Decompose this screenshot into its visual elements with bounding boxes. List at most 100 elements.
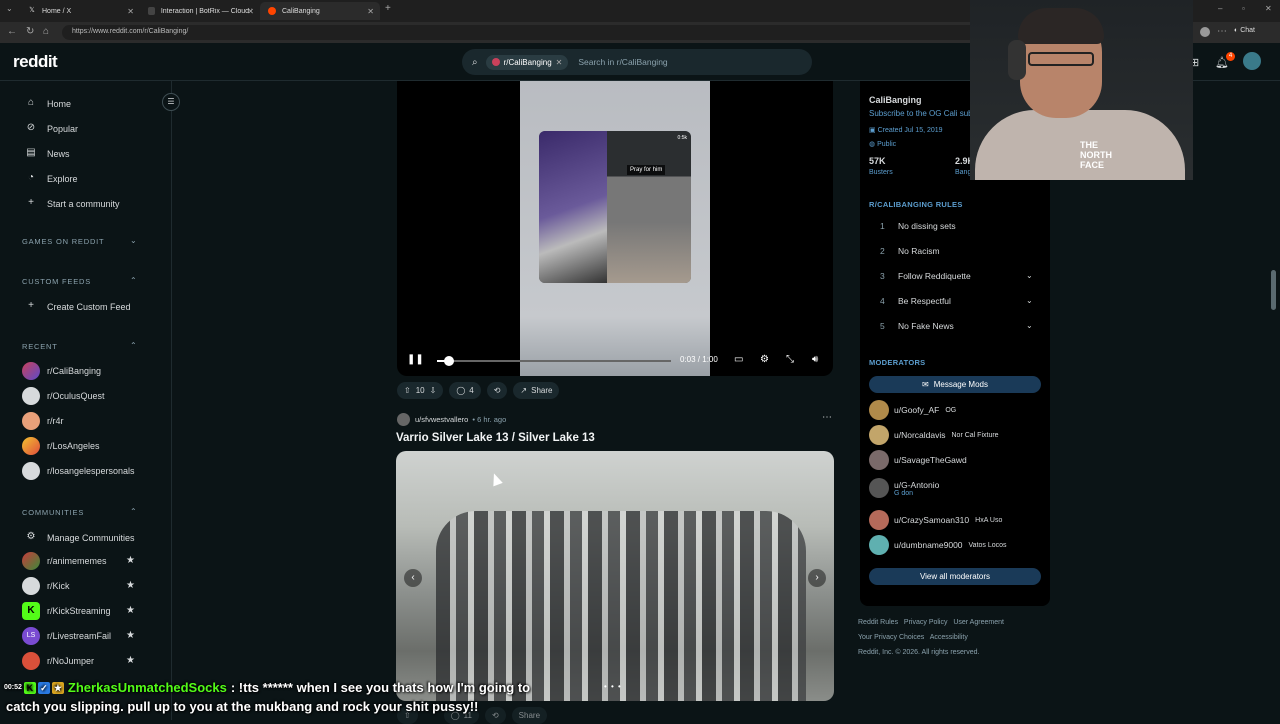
footer-link-privacy-choices[interactable]: Your Privacy Choices xyxy=(858,634,924,641)
post-title[interactable]: Varrio Silver Lake 13 / Silver Lake 13 xyxy=(396,432,595,444)
home-icon[interactable]: ⌂ xyxy=(43,26,49,37)
community-item[interactable]: LS r/LivestreamFail xyxy=(22,627,111,645)
footer-link-user-agreement[interactable]: User Agreement xyxy=(953,619,1004,626)
back-icon[interactable]: ← xyxy=(7,26,17,37)
created-label: Created Jul 15, 2019 xyxy=(877,127,943,134)
moderator-item[interactable]: u/G-Antonio G don xyxy=(869,478,939,498)
carousel-prev-icon[interactable]: ‹ xyxy=(404,569,422,587)
recent-item[interactable]: r/LosAngeles xyxy=(22,437,100,455)
recent-item[interactable]: r/CaliBanging xyxy=(22,362,101,380)
tab-calibanging[interactable]: CaliBanging ✕ xyxy=(260,2,380,20)
captions-icon[interactable]: ▭ xyxy=(734,354,743,365)
reddit-logo[interactable]: reddit xyxy=(13,52,58,72)
star-icon[interactable]: ★ xyxy=(126,555,135,566)
star-icon[interactable]: ★ xyxy=(126,655,135,666)
search-bar[interactable]: ⌕ r/CaliBanging ✕ Search in r/CaliBangin… xyxy=(462,49,812,75)
comment-count: 4 xyxy=(469,385,474,395)
profile-icon[interactable] xyxy=(1200,27,1210,37)
chevron-up-icon: ⌃ xyxy=(130,507,138,516)
tab-botrix[interactable]: Interaction | BotRix — Cloud Strea ✕ xyxy=(140,2,260,20)
community-item[interactable]: r/Kick xyxy=(22,577,70,595)
moderator-item[interactable]: u/SavageTheGawd xyxy=(869,450,967,470)
share-icon: ↗ xyxy=(520,385,528,395)
rule-item[interactable]: 4 Be Respectful ⌄ xyxy=(880,296,1040,306)
footer-links: Reddit Rules Privacy Policy User Agreeme… xyxy=(858,619,1004,626)
video-scrubber[interactable] xyxy=(437,356,671,366)
video-player[interactable]: Pray for him 0:5k ❚❚ 0:03 / 1:00 ▭ ⚙ ⤡ 🔊… xyxy=(397,81,833,376)
settings-icon[interactable]: ⚙ xyxy=(760,354,769,365)
recent-item[interactable]: r/losangelespersonals xyxy=(22,462,135,480)
comments-button[interactable]: ◯ 4 xyxy=(449,381,481,399)
minimize-icon[interactable]: – xyxy=(1218,4,1222,13)
manage-communities[interactable]: ⚙ Manage Communities xyxy=(24,531,135,545)
upvote-icon[interactable]: ⇧ xyxy=(404,386,411,395)
search-input[interactable]: Search in r/CaliBanging xyxy=(578,57,667,67)
rule-item[interactable]: 3 Follow Reddiquette ⌄ xyxy=(880,271,1040,281)
volume-icon[interactable]: 🔊︎ xyxy=(812,354,818,365)
tab-x[interactable]: 𝕏 Home / X ✕ xyxy=(20,2,140,20)
user-avatar[interactable] xyxy=(1243,52,1261,70)
community-item[interactable]: r/animememes xyxy=(22,552,107,570)
sidebar-item-home[interactable]: ⌂ Home xyxy=(24,97,71,111)
footer-link-accessibility[interactable]: Accessibility xyxy=(930,634,968,641)
url-field[interactable]: https://www.reddit.com/r/CaliBanging/ xyxy=(62,25,1022,40)
recent-item[interactable]: r/r4r xyxy=(22,412,64,430)
star-icon[interactable]: ★ xyxy=(126,580,135,591)
kick-logo-icon: K xyxy=(22,602,40,620)
scrubber-handle[interactable] xyxy=(443,356,454,366)
sidebar-item-explore[interactable]: ◔ Explore xyxy=(24,172,78,186)
carousel-next-icon[interactable]: › xyxy=(808,569,826,587)
footer-link-privacy[interactable]: Privacy Policy xyxy=(904,619,948,626)
post-author[interactable]: u/sfvwestvallero xyxy=(415,415,468,424)
footer-link-rules[interactable]: Reddit Rules xyxy=(858,619,898,626)
post-image[interactable]: ‹ › • • • xyxy=(396,451,834,701)
refresh-icon[interactable]: ↻ xyxy=(26,26,34,37)
view-all-moderators-button[interactable]: View all moderators xyxy=(869,568,1041,585)
rule-item[interactable]: 1 No dissing sets xyxy=(880,221,956,231)
moderator-item[interactable]: u/dumbname9000 Vatos Locos xyxy=(869,535,1007,555)
close-icon[interactable]: ✕ xyxy=(556,58,563,67)
close-icon[interactable]: ✕ xyxy=(367,7,374,16)
more-icon[interactable]: ⋯ xyxy=(1217,26,1227,37)
pause-icon[interactable]: ❚❚ xyxy=(407,354,424,365)
search-scope-chip[interactable]: r/CaliBanging ✕ xyxy=(485,54,569,70)
maximize-icon[interactable]: ▫ xyxy=(1242,4,1245,13)
custom-feeds-section-heading[interactable]: CUSTOM FEEDS ⌃ xyxy=(22,276,137,286)
games-section-heading[interactable]: GAMES ON REDDIT ⌄ xyxy=(22,236,137,246)
community-item[interactable]: Kr/KickStreaming xyxy=(22,602,111,620)
downvote-icon[interactable]: ⇩ xyxy=(430,386,437,395)
rule-item[interactable]: 2 No Racism xyxy=(880,246,940,256)
scrollbar-thumb[interactable] xyxy=(1271,270,1276,310)
crosspost-button[interactable]: ⟲ xyxy=(484,706,506,724)
community-item[interactable]: r/NoJumper xyxy=(22,652,94,670)
new-tab-icon[interactable]: + xyxy=(385,3,391,14)
moderator-item[interactable]: u/CrazySamoan310 HxA Uso xyxy=(869,510,1002,530)
recent-item[interactable]: r/OculusQuest xyxy=(22,387,105,405)
fullscreen-icon[interactable]: ⤡ xyxy=(786,354,794,365)
more-options-icon[interactable]: ⋯ xyxy=(822,412,832,423)
user-avatar[interactable] xyxy=(397,412,410,426)
create-custom-feed[interactable]: + Create Custom Feed xyxy=(24,300,130,314)
star-icon[interactable]: ★ xyxy=(126,630,135,641)
message-mods-button[interactable]: ✉ Message Mods xyxy=(869,376,1041,393)
rule-item[interactable]: 5 No Fake News ⌄ xyxy=(880,321,1040,331)
moderator-item[interactable]: u/Goofy_AF OG xyxy=(869,400,956,420)
share-button[interactable]: ↗ Share xyxy=(513,381,560,399)
sidebar-item-news[interactable]: ▤ News xyxy=(24,147,69,161)
window-close-icon[interactable]: ✕ xyxy=(1265,4,1272,13)
crosspost-button[interactable]: ⟲ xyxy=(486,381,508,399)
moderator-item[interactable]: u/Norcaldavis Nor Cal Fixture xyxy=(869,425,999,445)
visibility: ◍ Public xyxy=(869,140,896,148)
communities-section-heading[interactable]: COMMUNITIES ⌃ xyxy=(22,507,137,517)
close-icon[interactable]: ✕ xyxy=(247,7,254,16)
sidebar-item-popular[interactable]: ⊘ Popular xyxy=(24,122,78,136)
rule-number: 4 xyxy=(880,296,885,306)
close-icon[interactable]: ✕ xyxy=(127,7,134,16)
sidebar-item-start-community[interactable]: + Start a community xyxy=(24,197,119,211)
tab-menu-icon[interactable]: ⌄ xyxy=(6,4,13,13)
chat-button[interactable]: ◐ Chat xyxy=(1234,27,1255,34)
recent-section-heading[interactable]: RECENT ⌃ xyxy=(22,341,137,351)
collapse-sidebar-button[interactable]: ☰ xyxy=(162,93,180,111)
star-icon[interactable]: ★ xyxy=(126,605,135,616)
share-button[interactable]: Share xyxy=(511,706,548,724)
